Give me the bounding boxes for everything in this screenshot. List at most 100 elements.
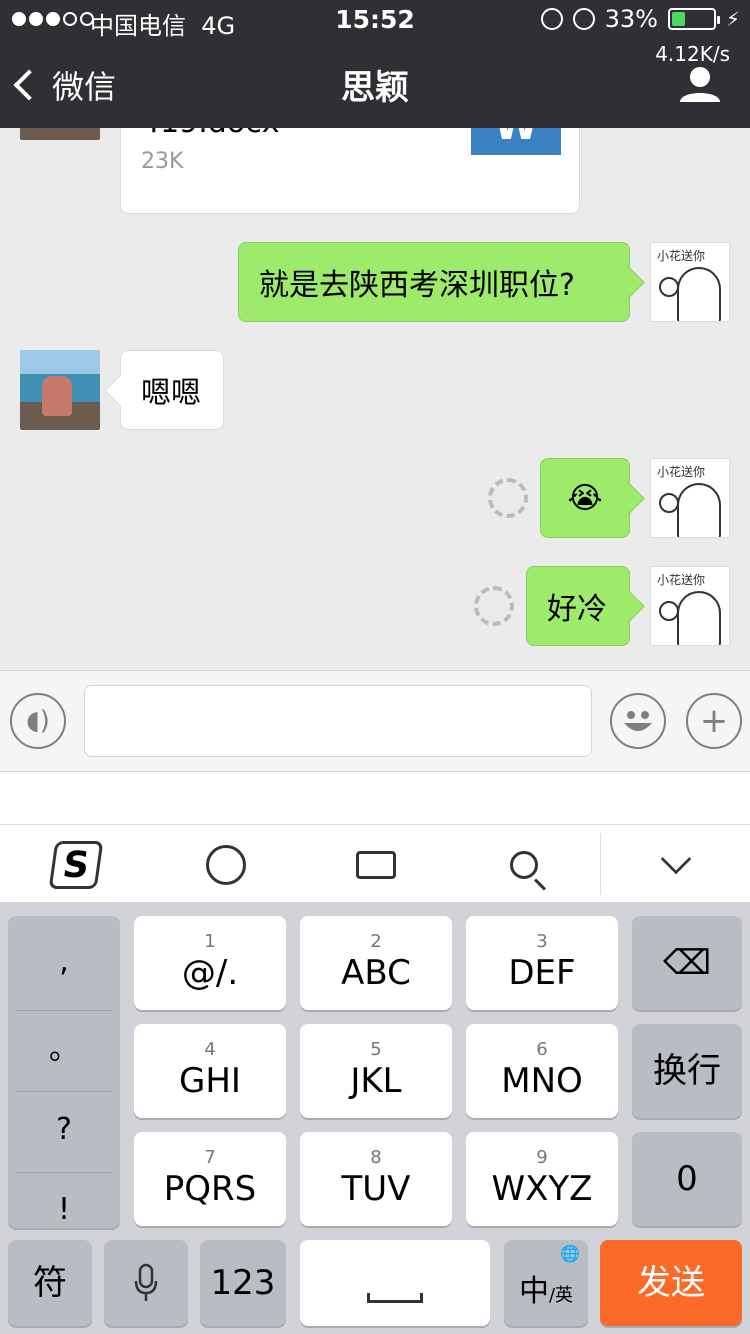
key-number: 9 — [536, 1147, 548, 1168]
symbols-key[interactable]: 符 — [8, 1240, 92, 1326]
key-label: JKL — [350, 1061, 402, 1101]
keyboard-icon — [356, 851, 396, 879]
avatar-caption: 小花送你 — [657, 573, 706, 587]
key-5[interactable]: 5 JKL — [300, 1024, 452, 1118]
key-label: ABC — [341, 953, 411, 993]
friend-message-bubble[interactable]: 嗯嗯 — [120, 350, 224, 430]
key-0[interactable]: 0 — [632, 1132, 742, 1226]
emoji-button[interactable] — [610, 693, 666, 749]
my-message-bubble[interactable]: 😭 — [540, 458, 630, 538]
file-size: 23K — [141, 149, 184, 174]
chat-messages[interactable]: 419.docx 23K W 就是去陕西考深圳职位? 小花送你 嗯嗯 😭 小花送… — [0, 128, 750, 670]
key-number: 4 — [204, 1039, 216, 1060]
key-1[interactable]: 1 @/. — [134, 916, 286, 1010]
message-input[interactable] — [84, 685, 592, 757]
key-period[interactable]: 。 — [8, 1024, 120, 1068]
top-bar: 中国电信 4G 15:52 33% ⚡ 微信 思颖 4.12K/s — [0, 0, 750, 128]
voice-input-key[interactable] — [104, 1240, 188, 1326]
space-icon — [367, 1293, 423, 1303]
avatar-caption: 小花送你 — [657, 465, 706, 479]
punctuation-column[interactable]: , 。 ? ! — [8, 916, 120, 1228]
key-number: 3 — [536, 931, 548, 952]
key-number: 8 — [370, 1147, 382, 1168]
charging-icon: ⚡ — [725, 7, 740, 31]
key-label: 符 — [33, 1263, 67, 1303]
net-speed: 4.12K/s — [655, 42, 730, 66]
my-message-bubble[interactable]: 就是去陕西考深圳职位? — [238, 242, 630, 322]
number-mode-key[interactable]: 123 — [200, 1240, 286, 1326]
avatar-caption: 小花送你 — [657, 249, 706, 263]
key-3[interactable]: 3 DEF — [466, 916, 618, 1010]
file-message[interactable]: 419.docx 23K W — [120, 128, 580, 214]
language-switch-key[interactable]: 🌐 中/英 — [504, 1240, 588, 1326]
enter-key[interactable]: 换行 — [632, 1024, 742, 1118]
word-doc-icon: W — [471, 128, 561, 155]
voice-button[interactable]: ◖) — [10, 693, 66, 749]
emoji-icon — [624, 711, 652, 731]
key-exclaim[interactable]: ! — [8, 1192, 120, 1227]
search-icon — [510, 851, 538, 879]
battery-percent: 33% — [604, 5, 658, 33]
language-label: 中/英 — [518, 1274, 574, 1309]
status-right: 33% ⚡ — [540, 5, 740, 33]
message-text: 嗯嗯 — [141, 376, 201, 411]
key-4[interactable]: 4 GHI — [134, 1024, 286, 1118]
status-bar: 中国电信 4G 15:52 33% ⚡ — [0, 0, 750, 40]
friend-avatar[interactable] — [20, 128, 100, 140]
key-label: @/. — [181, 953, 239, 993]
chat-title: 思颖 — [341, 68, 409, 108]
backspace-icon: ⌫ — [662, 943, 712, 983]
key-label: 换行 — [653, 1051, 721, 1091]
mic-icon — [134, 1263, 158, 1301]
sogou-button[interactable]: S — [48, 839, 104, 891]
voice-icon: ◖) — [26, 706, 50, 736]
collapse-keyboard-button[interactable] — [650, 839, 702, 891]
globe-icon: 🌐 — [560, 1244, 580, 1263]
more-button[interactable]: + — [686, 693, 742, 749]
key-label: MNO — [501, 1061, 583, 1101]
my-avatar[interactable]: 小花送你 — [650, 566, 730, 646]
friend-avatar[interactable] — [20, 350, 100, 430]
key-label: GHI — [179, 1061, 241, 1101]
ime-keyboard: , 。 ? ! 1 @/. 2 ABC 3 DEF ⌫ 4 GHI 5 JKL … — [0, 902, 750, 1334]
key-label: WXYZ — [491, 1169, 593, 1209]
my-avatar[interactable]: 小花送你 — [650, 242, 730, 322]
key-label: DEF — [508, 953, 576, 993]
key-6[interactable]: 6 MNO — [466, 1024, 618, 1118]
key-2[interactable]: 2 ABC — [300, 916, 452, 1010]
rotation-lock-icon — [540, 8, 563, 30]
file-name: 419.docx — [141, 128, 279, 140]
key-question[interactable]: ? — [8, 1112, 120, 1147]
key-number: 6 — [536, 1039, 548, 1060]
key-8[interactable]: 8 TUV — [300, 1132, 452, 1226]
alarm-icon — [572, 8, 595, 30]
contact-info-icon[interactable] — [680, 66, 720, 102]
chevron-down-icon — [660, 843, 692, 875]
keyboard-switch-button[interactable] — [350, 839, 402, 891]
keyboard-toolbar: S — [0, 824, 750, 902]
key-comma[interactable]: , — [8, 944, 120, 979]
plus-icon: + — [699, 701, 729, 741]
key-label: PQRS — [163, 1169, 257, 1209]
backspace-key[interactable]: ⌫ — [632, 916, 742, 1010]
space-key[interactable] — [300, 1240, 490, 1326]
key-9[interactable]: 9 WXYZ — [466, 1132, 618, 1226]
message-text: 好冷 — [547, 592, 607, 627]
key-number: 2 — [370, 931, 382, 952]
battery-icon — [667, 8, 720, 30]
key-number: 1 — [204, 931, 216, 952]
input-spacer — [0, 772, 750, 824]
toolbar-divider — [600, 833, 601, 895]
my-message-bubble[interactable]: 好冷 — [526, 566, 630, 646]
sending-spinner-icon — [488, 478, 528, 518]
my-avatar[interactable]: 小花送你 — [650, 458, 730, 538]
sogou-logo-icon: S — [48, 841, 104, 889]
emoticon-button[interactable] — [200, 839, 252, 891]
key-7[interactable]: 7 PQRS — [134, 1132, 286, 1226]
search-button[interactable] — [498, 839, 550, 891]
message-emoji: 😭 — [567, 480, 603, 516]
send-button[interactable]: 发送 — [600, 1240, 742, 1326]
message-text: 就是去陕西考深圳职位? — [259, 268, 575, 303]
key-label: 0 — [676, 1159, 698, 1199]
key-label: TUV — [341, 1169, 411, 1209]
